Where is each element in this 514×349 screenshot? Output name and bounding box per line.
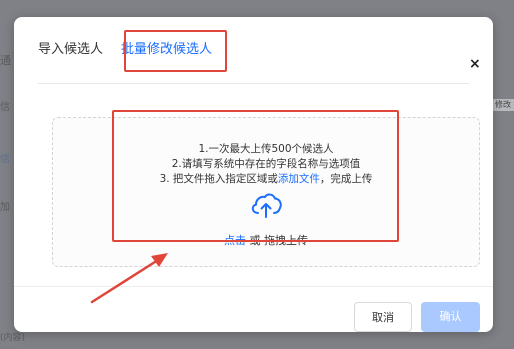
drag-upload-text: 或 拖拽上传 xyxy=(246,234,308,247)
background-text: 加 xyxy=(0,202,10,213)
cloud-upload-icon[interactable] xyxy=(249,191,283,219)
instruction-line-2: 2.请填写系统中存在的字段名称与选项值 xyxy=(171,158,361,170)
click-upload-link[interactable]: 点击 xyxy=(224,234,246,247)
add-file-link[interactable]: 添加文件 xyxy=(278,173,320,185)
cancel-button[interactable]: 取消 xyxy=(354,302,412,332)
batch-candidates-dialog: 导入候选人 批量修改候选人 × 1.一次最大上传500个候选人 2.请填写系统中… xyxy=(14,17,493,332)
upload-action: 点击 或 拖拽上传 xyxy=(53,232,479,248)
close-icon[interactable]: × xyxy=(469,57,481,71)
file-drop-zone[interactable]: 1.一次最大上传500个候选人 2.请填写系统中存在的字段名称与选项值 3. 把… xyxy=(52,117,480,267)
background-text: 信 xyxy=(0,154,10,165)
instruction-line-3-suffix: ，完成上传 xyxy=(319,173,373,185)
background-text: 通 xyxy=(0,54,11,67)
tab-import-candidates[interactable]: 导入候选人 xyxy=(38,41,103,69)
instruction-line-1: 1.一次最大上传500个候选人 xyxy=(198,143,334,155)
confirm-button[interactable]: 确认 xyxy=(421,302,480,332)
instruction-line-3: 3. 把文件拖入指定区域或添加文件，完成上传 xyxy=(53,172,479,187)
tab-batch-edit-candidates[interactable]: 批量修改候选人 xyxy=(121,41,212,69)
background-edit-button: 修改 xyxy=(492,99,514,111)
background-text: 信 xyxy=(0,102,10,113)
upload-instructions: 1.一次最大上传500个候选人 2.请填写系统中存在的字段名称与选项值 3. 把… xyxy=(53,142,479,187)
footer-divider xyxy=(14,286,493,287)
tabs-divider xyxy=(38,83,469,84)
instruction-line-3-prefix: 3. 把文件拖入指定区域或 xyxy=(159,173,278,185)
dialog-tabs: 导入候选人 批量修改候选人 xyxy=(38,41,230,69)
